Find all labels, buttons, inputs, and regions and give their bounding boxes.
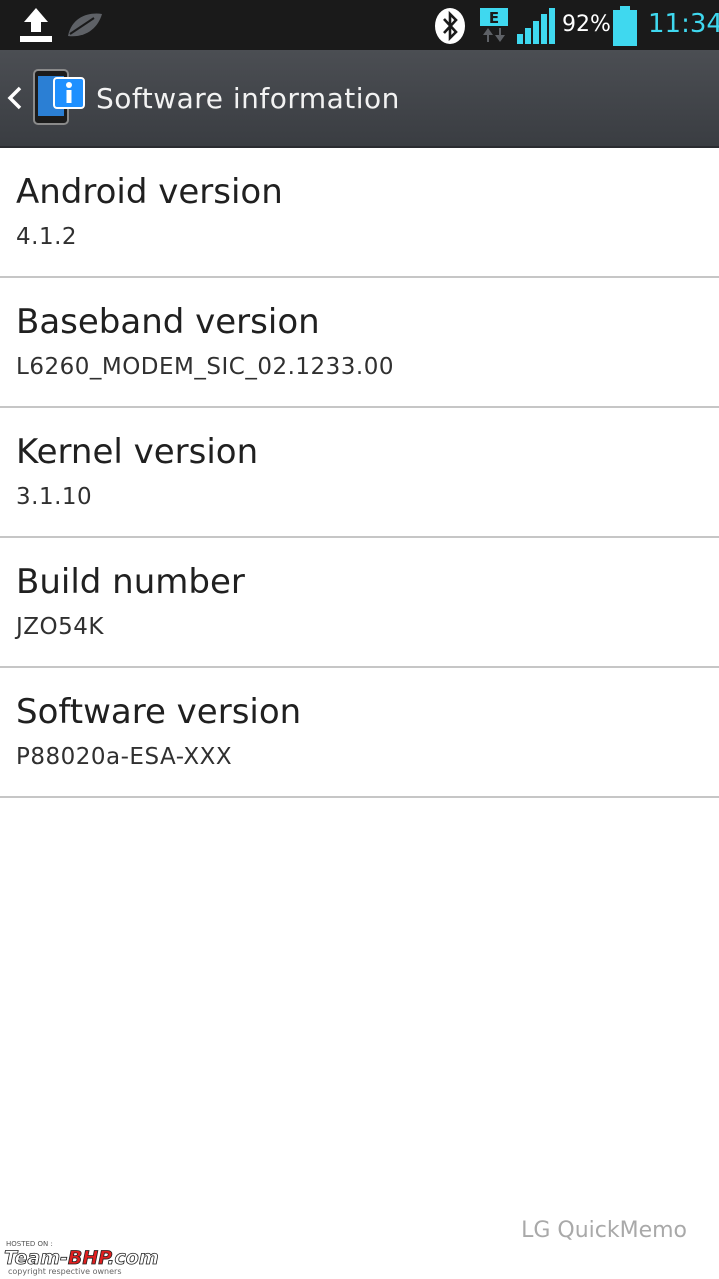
battery-icon xyxy=(613,6,637,46)
list-item-value: 4.1.2 xyxy=(16,224,78,250)
software-info-app-icon[interactable] xyxy=(32,68,86,126)
list-item-label: Kernel version xyxy=(16,432,259,472)
list-item-label: Android version xyxy=(16,172,283,212)
battery-percentage: 92% xyxy=(562,12,611,37)
list-item-baseband-version[interactable]: Baseband version L6260_MODEM_SIC_02.1233… xyxy=(0,278,719,408)
signal-icon xyxy=(517,8,555,44)
leaf-icon xyxy=(68,13,102,37)
status-bar: E 92% 11:34 xyxy=(0,0,719,50)
edge-data-icon: E xyxy=(480,8,508,42)
list-item-label: Software version xyxy=(16,692,302,732)
list-item-label: Build number xyxy=(16,562,245,602)
list-item-label: Baseband version xyxy=(16,302,320,342)
list-item-value: 3.1.10 xyxy=(16,484,93,510)
page-title: Software information xyxy=(96,82,400,115)
software-info-list: Android version 4.1.2 Baseband version L… xyxy=(0,148,719,798)
clock: 11:34 xyxy=(648,9,719,39)
svg-text:copyright respective owners: copyright respective owners xyxy=(8,1267,122,1276)
bluetooth-icon xyxy=(435,8,465,44)
svg-text:E: E xyxy=(489,9,499,27)
list-item-android-version[interactable]: Android version 4.1.2 xyxy=(0,148,719,278)
list-item-software-version[interactable]: Software version P88020a-ESA-XXX xyxy=(0,668,719,798)
list-item-value: JZO54K xyxy=(16,614,104,640)
list-item-build-number[interactable]: Build number JZO54K xyxy=(0,538,719,668)
svg-text:Team-BHP.com: Team-BHP.com xyxy=(4,1247,159,1269)
list-item-value: P88020a-ESA-XXX xyxy=(16,744,233,770)
team-bhp-watermark-logo: HOSTED ON : Team-BHP.com copyright respe… xyxy=(4,1240,159,1276)
action-bar: Software information xyxy=(0,50,719,148)
list-item-kernel-version[interactable]: Kernel version 3.1.10 xyxy=(0,408,719,538)
quickmemo-label: LG QuickMemo xyxy=(521,1218,687,1243)
back-chevron-icon[interactable] xyxy=(6,84,24,112)
list-item-value: L6260_MODEM_SIC_02.1233.00 xyxy=(16,354,395,380)
upload-icon xyxy=(20,8,52,42)
